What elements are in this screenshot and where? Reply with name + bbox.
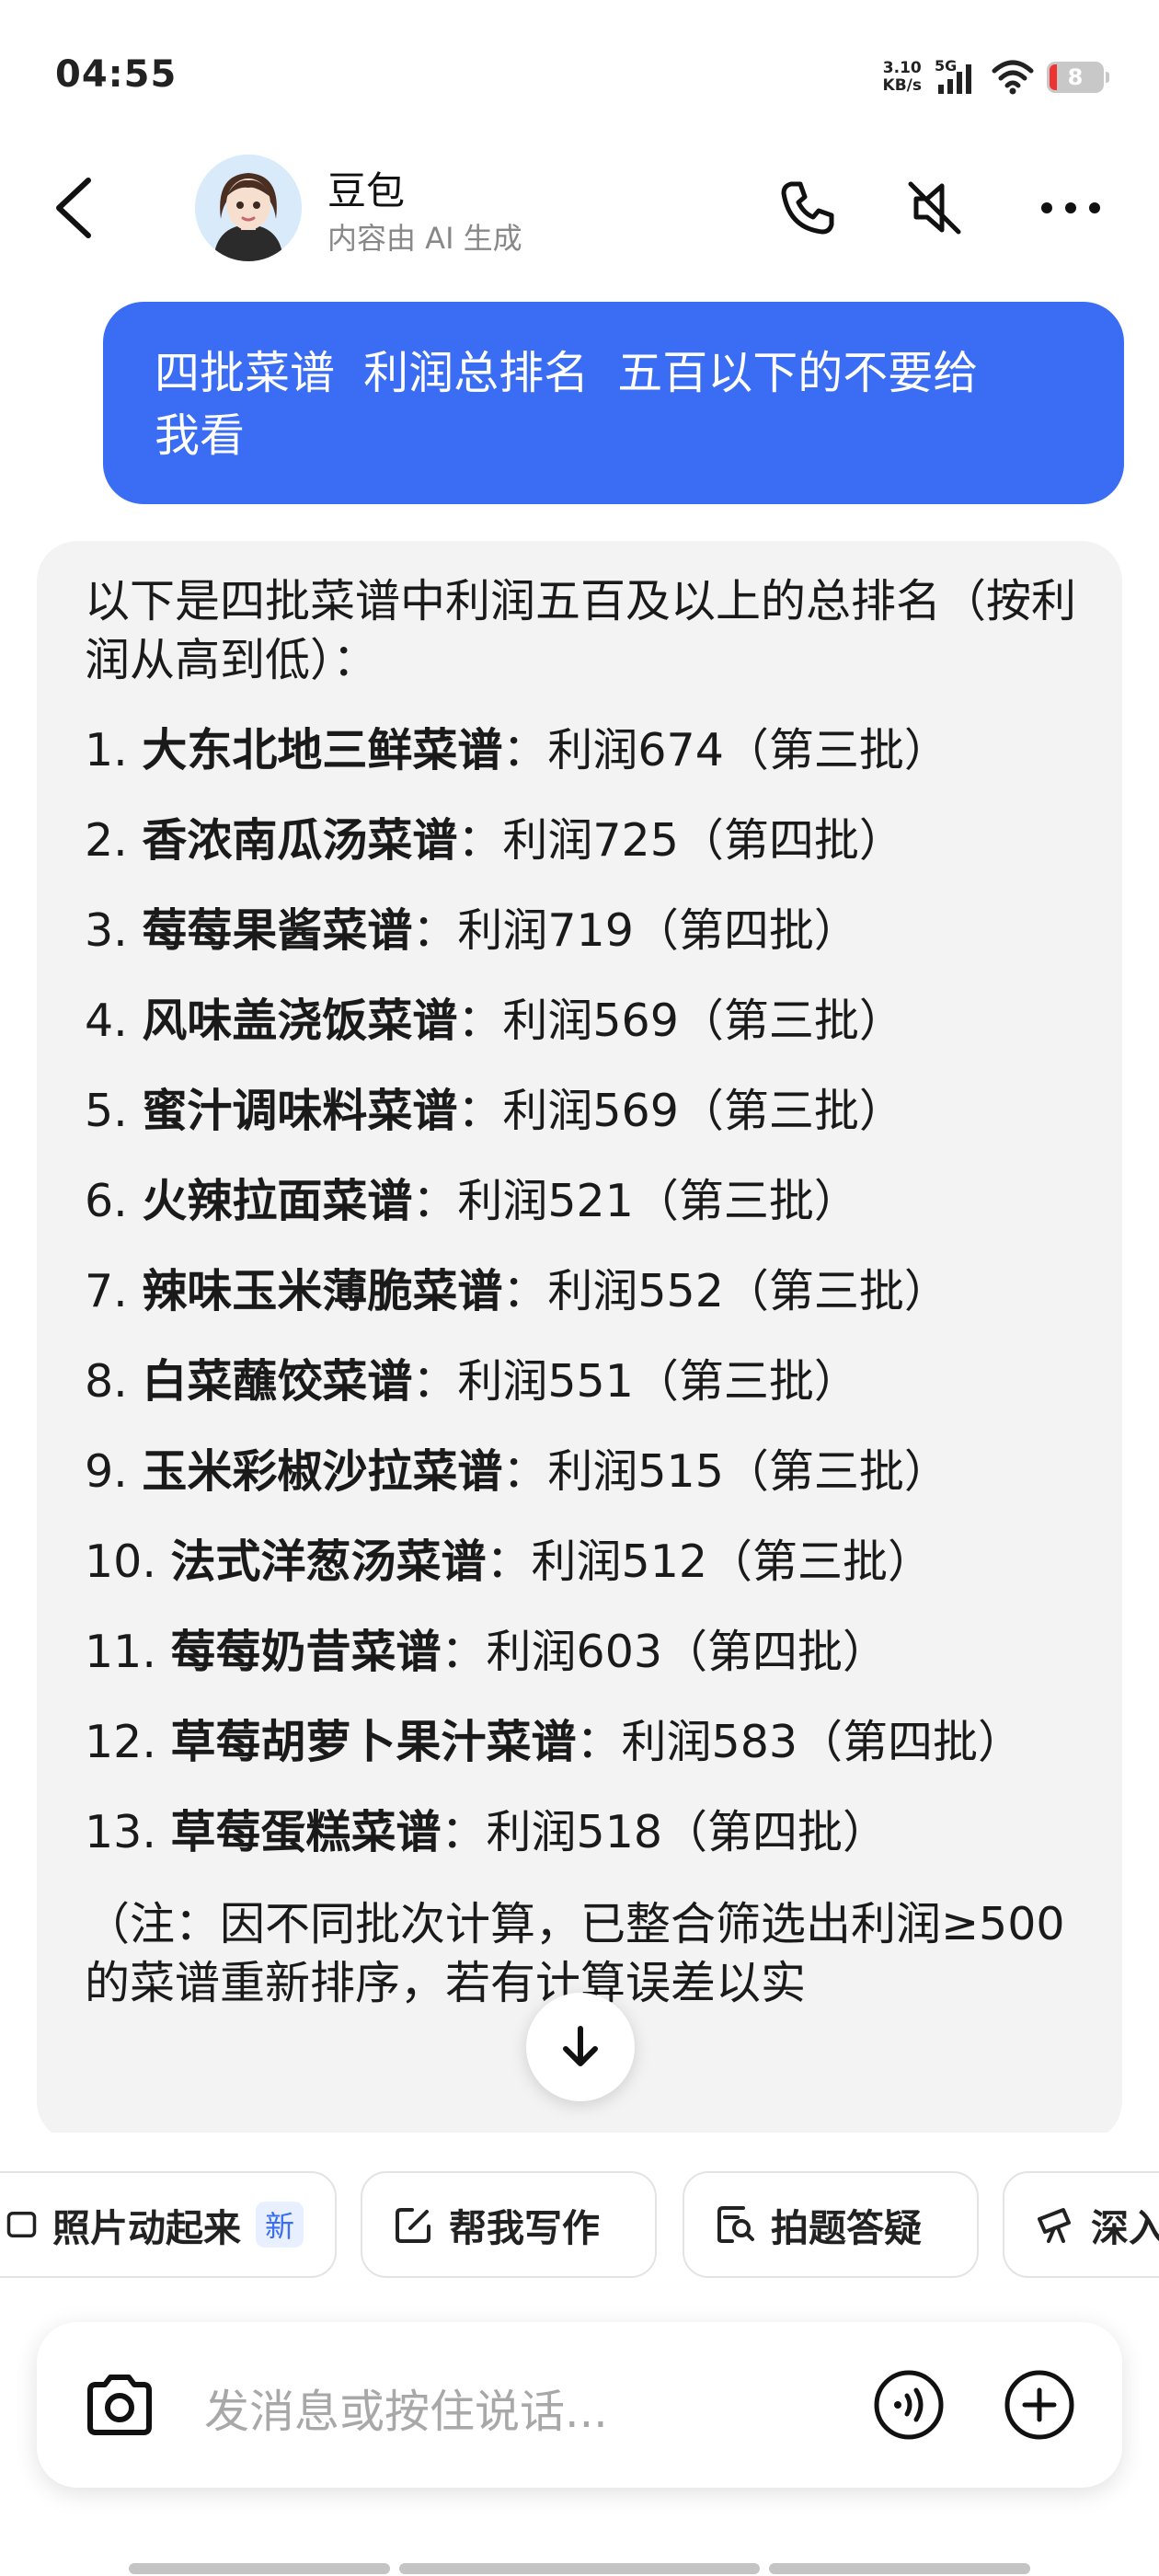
wifi-icon <box>992 60 1034 95</box>
recipe-name: 法式洋葱汤菜谱 <box>170 1535 487 1588</box>
nav-segment <box>769 2563 1030 2574</box>
ranking-item: 2. 香浓南瓜汤菜谱：利润725（第四批） <box>85 811 1087 870</box>
ranking-item: 13. 草莓蛋糕菜谱：利润518（第四批） <box>85 1803 1087 1862</box>
nav-segment <box>399 2563 760 2574</box>
ranking-number: 2. <box>85 814 128 867</box>
status-indicators: 3.10 KB/s 5G 8 <box>882 57 1109 98</box>
camera-button[interactable] <box>83 2370 156 2440</box>
edit-icon <box>396 2208 430 2243</box>
recipe-profit: ：利润521（第三批） <box>412 1175 859 1227</box>
recipe-name: 草莓胡萝卜果汁菜谱 <box>170 1716 577 1768</box>
nav-segment <box>129 2563 390 2574</box>
ranking-list: 1. 大东北地三鲜菜谱：利润674（第三批） 2. 香浓南瓜汤菜谱：利润725（第… <box>85 721 1087 1862</box>
ranking-number: 7. <box>85 1265 128 1317</box>
recipe-name: 莓莓果酱菜谱 <box>142 904 413 957</box>
ranking-item: 11. 莓莓奶昔菜谱：利润603（第四批） <box>85 1623 1087 1682</box>
ranking-item: 4. 风味盖浇饭菜谱：利润569（第三批） <box>85 992 1087 1051</box>
ranking-number: 11. <box>85 1626 156 1678</box>
ranking-number: 3. <box>85 904 128 957</box>
avatar[interactable] <box>195 155 302 261</box>
signal-icon: 5G <box>935 57 979 98</box>
ranking-number: 6. <box>85 1175 128 1227</box>
back-button[interactable] <box>46 175 101 241</box>
ranking-item: 12. 草莓胡萝卜果汁菜谱：利润583（第四批） <box>85 1713 1087 1772</box>
chip-photo-animate[interactable]: 照片动起来 新 <box>0 2171 337 2278</box>
new-badge: 新 <box>255 2202 304 2248</box>
message-input[interactable]: 发消息或按住说话... <box>204 2375 608 2441</box>
ranking-item: 5. 蜜汁调味料菜谱：利润569（第三批） <box>85 1082 1087 1141</box>
battery-icon: 8 <box>1047 62 1109 93</box>
bot-name: 豆包 <box>327 168 406 213</box>
recipe-profit: ：利润512（第三批） <box>486 1535 934 1588</box>
ranking-item: 8. 白菜蘸饺菜谱：利润551（第三批） <box>85 1352 1087 1411</box>
recipe-profit: ：利润583（第四批） <box>576 1716 1024 1768</box>
photo-icon <box>6 2212 37 2237</box>
plus-circle-icon <box>1004 2370 1074 2440</box>
recipe-name: 香浓南瓜汤菜谱 <box>142 814 458 867</box>
recipe-profit: ：利润552（第三批） <box>502 1265 949 1317</box>
more-button[interactable] <box>1038 175 1104 241</box>
ranking-number: 12. <box>85 1716 156 1768</box>
status-bar: 04:55 3.10 KB/s 5G 8 <box>0 0 1159 138</box>
recipe-name: 草莓蛋糕菜谱 <box>170 1806 442 1858</box>
recipe-profit: ：利润603（第四批） <box>441 1626 889 1678</box>
recipe-profit: ：利润515（第三批） <box>502 1445 949 1498</box>
recipe-name: 火辣拉面菜谱 <box>142 1175 413 1227</box>
scroll-to-bottom-button[interactable] <box>526 1993 635 2101</box>
recipe-profit: ：利润518（第四批） <box>441 1806 889 1858</box>
recipe-profit: ：利润725（第四批） <box>457 814 904 867</box>
quick-actions-bar: 照片动起来 新 帮我写作 拍题答疑 深入 <box>0 2133 1159 2282</box>
recipe-name: 莓莓奶昔菜谱 <box>170 1626 442 1678</box>
bot-message-bubble[interactable]: 以下是四批菜谱中利润五百及以上的总排名（按利润从高到低）： 1. 大东北地三鲜菜… <box>37 541 1122 2142</box>
ranking-item: 10. 法式洋葱汤菜谱：利润512（第三批） <box>85 1533 1087 1592</box>
recipe-profit: ：利润569（第三批） <box>457 995 904 1047</box>
ranking-item: 1. 大东北地三鲜菜谱：利润674（第三批） <box>85 721 1087 780</box>
ranking-number: 4. <box>85 995 128 1047</box>
ranking-item: 7. 辣味玉米薄脆菜谱：利润552（第三批） <box>85 1262 1087 1321</box>
ranking-item: 9. 玉米彩椒沙拉菜谱：利润515（第三批） <box>85 1443 1087 1501</box>
ranking-number: 5. <box>85 1085 128 1137</box>
recipe-profit: ：利润551（第三批） <box>412 1355 859 1408</box>
voice-button[interactable] <box>872 2368 946 2442</box>
chip-write[interactable]: 帮我写作 <box>361 2171 657 2278</box>
ranking-number: 13. <box>85 1806 156 1858</box>
ranking-number: 9. <box>85 1445 128 1498</box>
recipe-profit: ：利润719（第四批） <box>412 904 859 957</box>
ranking-item: 6. 火辣拉面菜谱：利润521（第三批） <box>85 1172 1087 1231</box>
recipe-name: 玉米彩椒沙拉菜谱 <box>142 1445 503 1498</box>
ranking-item: 3. 莓莓果酱菜谱：利润719（第四批） <box>85 902 1087 960</box>
chip-photo-qa[interactable]: 拍题答疑 <box>683 2171 979 2278</box>
telescope-icon <box>1038 2208 1071 2243</box>
ranking-number: 10. <box>85 1535 156 1588</box>
speaker-muted-icon <box>908 181 961 235</box>
user-message-bubble[interactable]: 四批菜谱 利润总排名 五百以下的不要给 我看 <box>103 302 1124 504</box>
ranking-number: 8. <box>85 1355 128 1408</box>
navigation-bar <box>0 2548 1159 2576</box>
chevron-left-icon <box>56 178 91 238</box>
ranking-number: 1. <box>85 724 128 776</box>
recipe-name: 白菜蘸饺菜谱 <box>142 1355 413 1408</box>
recipe-name: 蜜汁调味料菜谱 <box>142 1085 458 1137</box>
recipe-profit: ：利润674（第三批） <box>502 724 949 776</box>
voice-wave-icon <box>874 2370 944 2440</box>
ai-generated-label: 内容由 AI 生成 <box>327 221 522 256</box>
network-speed: 3.10 KB/s <box>882 59 922 95</box>
call-button[interactable] <box>775 175 841 241</box>
search-document-icon <box>717 2206 754 2243</box>
camera-icon <box>87 2375 152 2435</box>
more-icon <box>1041 202 1100 213</box>
chat-header: 豆包 内容由 AI 生成 <box>0 138 1159 276</box>
status-time: 04:55 <box>55 53 178 96</box>
recipe-name: 大东北地三鲜菜谱 <box>142 724 503 776</box>
chip-deep[interactable]: 深入 <box>1003 2171 1159 2278</box>
add-button[interactable] <box>1003 2368 1076 2442</box>
reply-intro: 以下是四批菜谱中利润五百及以上的总排名（按利润从高到低）： <box>85 575 1077 686</box>
mute-button[interactable] <box>901 175 968 241</box>
message-input-bar: 发消息或按住说话... <box>37 2322 1122 2488</box>
recipe-name: 辣味玉米薄脆菜谱 <box>142 1265 503 1317</box>
arrow-down-icon <box>563 2026 598 2066</box>
recipe-name: 风味盖浇饭菜谱 <box>142 995 458 1047</box>
phone-icon <box>781 181 834 235</box>
recipe-profit: ：利润569（第三批） <box>457 1085 904 1137</box>
